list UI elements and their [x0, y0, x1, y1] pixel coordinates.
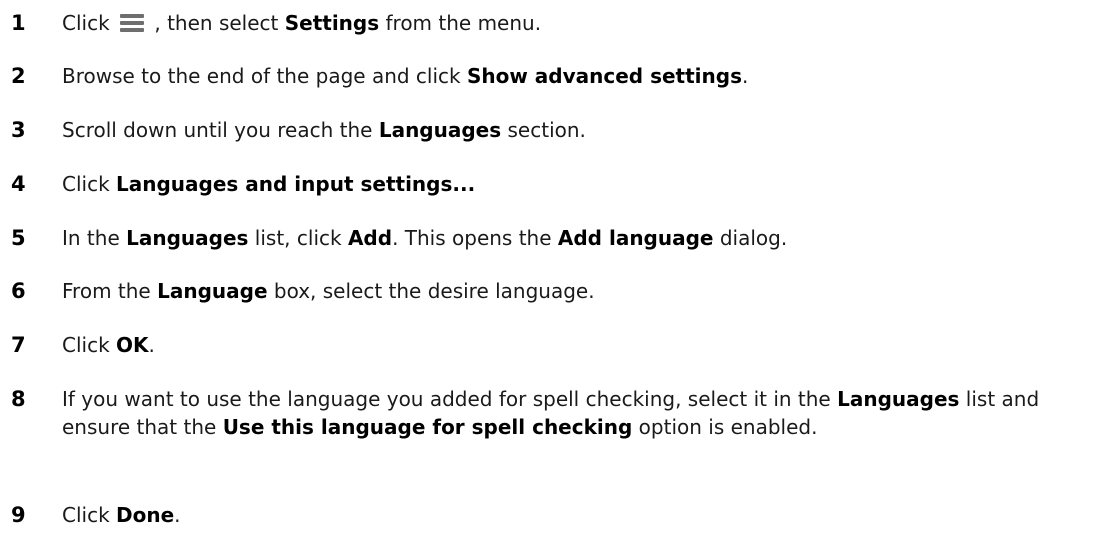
ui-term: Show advanced settings — [466, 64, 742, 88]
text-run: list, click — [248, 226, 348, 250]
text-run: from the menu. — [379, 11, 542, 35]
ui-term: OK — [116, 333, 149, 357]
text-run: In the — [62, 226, 127, 250]
text-run: Click — [62, 172, 117, 196]
text-run: dialog. — [713, 226, 788, 250]
step-text: If you want to use the language you adde… — [62, 385, 1102, 441]
ui-term: Settings — [284, 11, 380, 35]
step-number: 8 — [11, 387, 26, 411]
text-run: . — [174, 503, 181, 527]
text-run: option is enabled. — [632, 415, 818, 439]
text-run: Scroll down until you reach the — [62, 118, 379, 142]
step-text: From the Language box, select the desire… — [62, 277, 1102, 305]
step-number: 2 — [11, 64, 26, 88]
step-text: Click Done. — [62, 501, 1102, 529]
text-run: If you want to use the language you adde… — [62, 387, 838, 411]
text-run: Browse to the end of the page and click — [62, 64, 467, 88]
step-number: 1 — [11, 11, 26, 35]
step-text: Click OK. — [62, 331, 1102, 359]
ui-term: Add language — [557, 226, 714, 250]
text-run: Click — [62, 333, 117, 357]
step-text: Scroll down until you reach the Language… — [62, 116, 1102, 144]
text-run: Click — [62, 11, 117, 35]
step-number: 3 — [11, 118, 26, 142]
ui-term: Use this language for spell checking — [222, 415, 633, 439]
step-text: In the Languages list, click Add. This o… — [62, 224, 1102, 252]
text-run: , then select — [148, 11, 285, 35]
step-number: 5 — [11, 226, 26, 250]
text-run: box, select the desire language. — [267, 279, 595, 303]
step-text: Click Languages and input settings... — [62, 170, 1102, 198]
ui-term: Done — [116, 503, 175, 527]
step-number: 9 — [11, 503, 26, 527]
text-run: Click — [62, 503, 117, 527]
ui-term: Languages — [378, 118, 502, 142]
step-text: Click , then select Settings from the me… — [62, 9, 1102, 37]
step-number: 7 — [11, 333, 26, 357]
text-run: . — [148, 333, 155, 357]
menu-icon — [120, 14, 145, 32]
step-number: 4 — [11, 172, 26, 196]
step-number: 6 — [11, 279, 26, 303]
ui-term: Languages — [837, 387, 960, 411]
ui-term: Languages and input settings... — [116, 172, 476, 196]
step-text: Browse to the end of the page and click … — [62, 62, 1102, 90]
ui-term: Add — [347, 226, 393, 250]
text-run: From the — [62, 279, 158, 303]
text-run: . — [742, 64, 749, 88]
ui-term: Language — [157, 279, 268, 303]
text-run: section. — [501, 118, 586, 142]
text-run: . This opens the — [392, 226, 558, 250]
ui-term: Languages — [126, 226, 249, 250]
